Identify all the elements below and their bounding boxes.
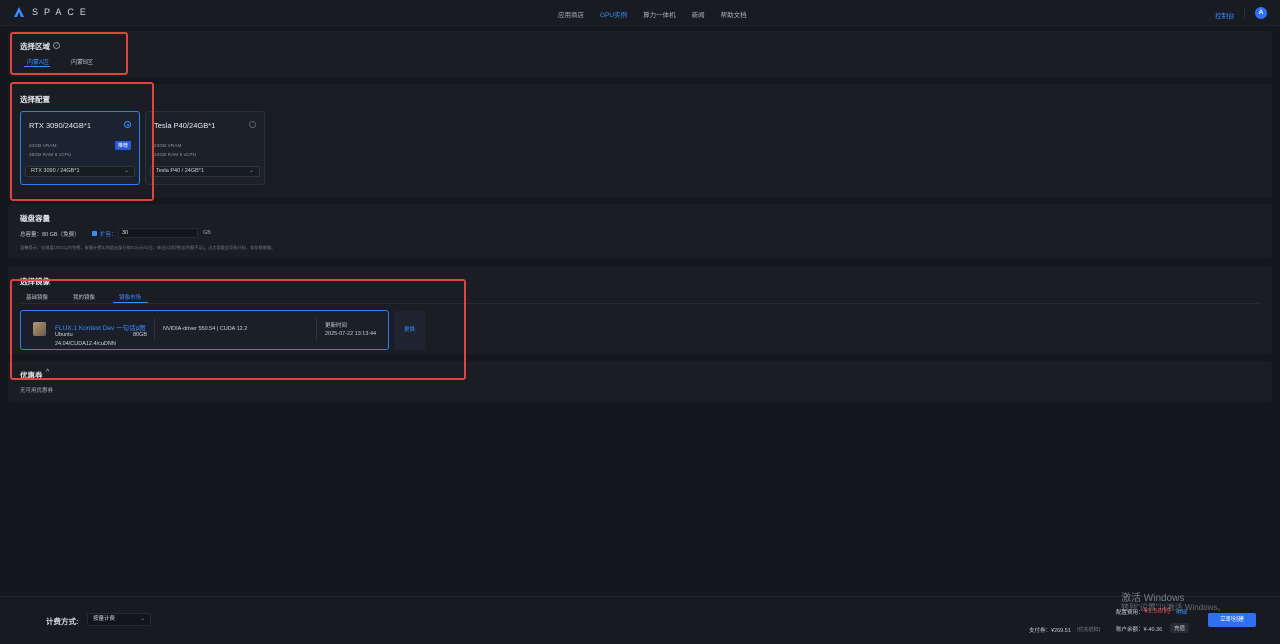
help-icon[interactable]: ? [53,42,60,49]
main-nav: 应用商店 GPU实例 算力一体机 新闻 帮助文档 [558,9,763,19]
region-title: 选择区域 [20,42,50,51]
config-card-name: Tesla P40/24GB*1 [154,121,216,130]
config-ram-cpu: 48GB RAM 8 vCPU [29,153,72,158]
image-tab-base[interactable]: 基础镜像 [26,293,48,301]
billing-select-value: 按量计费 [93,616,116,622]
image-tab-market[interactable]: 镜像市场 [119,293,141,301]
image-updated-label: 更新时间 [325,323,348,329]
coupon-title[interactable]: 优惠券 [20,370,43,381]
console-link[interactable]: 控制台 [1215,10,1235,20]
nav-compute-appliance[interactable]: 算力一体机 [643,9,676,19]
divider [316,318,317,342]
top-navbar: SPACE 应用商店 GPU实例 算力一体机 新闻 帮助文档 控制台 A [0,0,1280,26]
chevron-down-icon: ⌄ [248,168,254,174]
nav-news[interactable]: 新闻 [692,9,705,19]
brand-name: SPACE [32,7,92,17]
disk-unit: GB [203,230,211,236]
nav-app-store[interactable]: 应用商店 [558,9,584,19]
region-section [8,31,1272,77]
radio-selected-icon[interactable] [124,121,131,128]
image-tab-mine[interactable]: 我的镜像 [73,293,95,301]
image-os: Ubuntu [55,332,73,338]
expand-checkbox[interactable] [92,231,97,236]
chevron-up-icon[interactable]: ^ [46,369,49,376]
image-driver: NVIDIA-driver 550.54 | CUDA 12.2 [163,326,248,332]
logo[interactable]: SPACE [14,7,92,17]
recharge-button[interactable]: 充值 [1170,623,1190,633]
create-now-button[interactable]: 立即创建 [1208,613,1256,627]
region-tab-a[interactable]: 内蒙A区 [27,57,49,66]
chevron-down-icon: ⌄ [140,616,145,622]
logo-icon [14,7,24,17]
voucher-pay: 支付券：¥269.51 [1029,628,1071,634]
coupon-section [8,361,1272,402]
header-divider [1244,8,1245,18]
disk-note: 温馨提示：存储盘100G以内免费，按量计费实例超出部分按0.01元/G/日。每日… [20,245,276,250]
image-tab-indicator [113,302,148,303]
windows-watermark-text: 转到"设置"以激活 Windows。 [1121,603,1226,612]
chevron-down-icon: ⌄ [123,168,129,174]
config-card-teslap40[interactable]: Tesla P40/24GB*1 24GB VRAM 24GB RAM 8 vC… [145,111,265,185]
divider [154,318,155,342]
disk-expand-input[interactable]: 30 [118,228,198,238]
config-select-value: RTX 3090 / 24GB*1 [31,168,80,174]
image-version: 24.04/CUDA12.4/cuDNN [55,341,116,347]
image-tabs-divider [20,303,1260,304]
nav-gpu-instance[interactable]: GPU实例 [600,9,627,19]
config-title: 选择配置 [20,95,50,104]
image-size: 80GB [133,332,148,338]
account-balance: 账户余额：¥-40.36 [1116,627,1163,633]
region-tab-indicator [24,66,50,67]
billing-label: 计费方式: [46,617,79,626]
nav-help-docs[interactable]: 帮助文档 [721,9,747,19]
config-select-value: Tesla P40 / 24GB*1 [156,168,205,174]
image-updated-time: 2025-07-22 13:13:44 [325,331,377,337]
expand-label: 扩容： [100,232,117,238]
config-card-rtx3090[interactable]: RTX 3090/24GB*1 24GB VRAM 48GB RAM 8 vCP… [20,111,140,185]
change-image-button[interactable]: 更换 [394,311,425,350]
footer-bar [0,596,1280,644]
config-select[interactable]: Tesla P40 / 24GB*1 ⌄ [150,166,260,177]
config-card-name: RTX 3090/24GB*1 [29,121,91,130]
voucher-note: (优先抵扣) [1077,627,1101,633]
avatar[interactable]: A [1255,7,1267,19]
image-title: 选择镜像 [20,277,50,286]
image-name[interactable]: FLUX.1 Kontext Dev 一句话p图 [55,322,146,332]
region-tab-b[interactable]: 内蒙B区 [71,57,93,66]
recommend-badge: 推荐 [114,141,131,150]
disk-title: 磁盘容量 [20,214,50,223]
coupon-empty: 无可用优惠券 [20,388,54,394]
billing-select[interactable]: 按量计费 ⌄ [87,613,151,626]
radio-unselected-icon[interactable] [249,121,256,128]
config-vram: 24GB VRAM [154,144,182,149]
image-thumbnail [33,322,46,336]
config-vram: 24GB VRAM [29,144,57,149]
config-ram-cpu: 24GB RAM 8 vCPU [154,153,197,158]
disk-total: 总容量：80 GB（免费） [20,232,80,238]
config-select[interactable]: RTX 3090 / 24GB*1 ⌄ [25,166,135,177]
